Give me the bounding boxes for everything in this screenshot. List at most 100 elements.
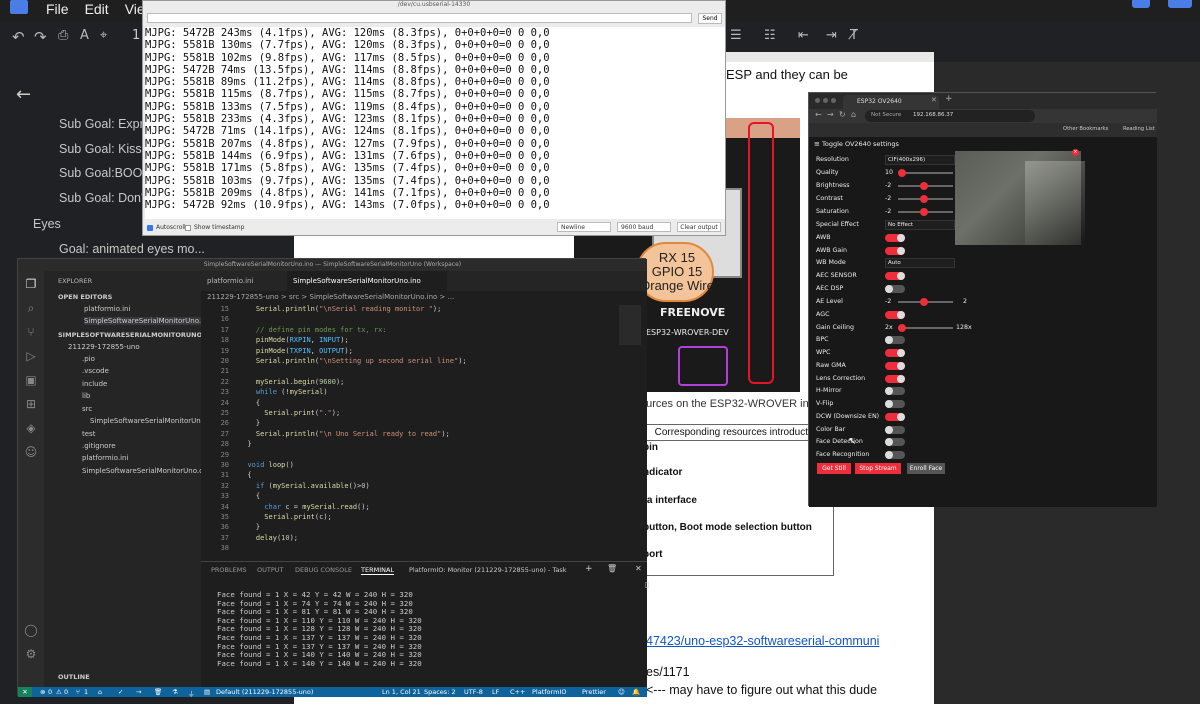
tree-item[interactable]: 211229-172855-uno (68, 343, 140, 351)
face-recognition-toggle[interactable] (885, 451, 905, 459)
brightness-slider[interactable] (898, 182, 953, 190)
settings-gear-icon[interactable]: ⚙ (24, 647, 38, 661)
aec-sensor-toggle[interactable] (885, 272, 905, 280)
aec-dsp-toggle[interactable] (885, 285, 905, 293)
pio-env-selector[interactable]: Default (211229-172855-uno) (216, 688, 313, 696)
not-secure-label[interactable]: Not Secure (871, 112, 901, 118)
tab-platformio-ini[interactable]: platformio.ini (201, 271, 287, 291)
pio-test-icon[interactable]: ⚗ (172, 688, 178, 696)
url-text[interactable]: 192.168.86.37 (913, 112, 953, 118)
new-terminal-icon[interactable]: + (585, 564, 593, 574)
resolution-select[interactable]: CIF(400x296) (885, 155, 955, 165)
ports-icon[interactable]: ⑂ (76, 688, 80, 696)
tab-problems[interactable]: PROBLEMS (211, 566, 246, 574)
saturation-slider[interactable] (898, 208, 953, 216)
contrast-slider[interactable] (898, 195, 953, 203)
agc-toggle[interactable] (885, 311, 905, 319)
open-editor-item[interactable]: platformio.ini (84, 305, 130, 313)
wpc-toggle[interactable] (885, 349, 905, 357)
terminal-output[interactable]: Face found = 1 X = 42 Y = 42 W = 240 H =… (217, 590, 422, 668)
tab-terminal[interactable]: TERMINAL (361, 566, 395, 575)
ae-level-slider[interactable] (898, 298, 953, 306)
face-detection-toggle[interactable] (885, 438, 905, 446)
spellcheck-icon[interactable]: A (80, 28, 89, 43)
search-icon[interactable]: ⌕ (24, 301, 38, 315)
enroll-face-button[interactable]: Enroll Face (907, 463, 945, 474)
tree-item[interactable]: platformio.ini (82, 454, 128, 462)
pio-terminal-icon[interactable]: ▤ (204, 688, 210, 696)
pio-clean-icon[interactable]: 🗑 (154, 688, 162, 696)
tree-item[interactable]: include (82, 380, 107, 388)
workspace-header[interactable]: SIMPLESOFTWARESERIALMONITORUNO (W... (58, 331, 221, 339)
clear-format-icon[interactable]: T̸ (850, 28, 858, 43)
feedback-icon[interactable]: ☺ (618, 688, 625, 696)
special-effect-select[interactable]: No Effect (885, 220, 955, 230)
tree-item[interactable]: .pio (82, 355, 95, 363)
home-icon[interactable]: ⌂ (851, 110, 856, 119)
error-icon[interactable]: ⊗ (40, 688, 45, 696)
bpc-toggle[interactable] (885, 336, 905, 344)
outline-item[interactable]: Eyes (33, 217, 61, 231)
forward-icon[interactable]: → (827, 110, 834, 119)
pio-home-icon[interactable]: ⌂ (98, 688, 102, 696)
address-bar[interactable]: Not Secure 192.168.86.37 (865, 110, 1035, 122)
browser-tab[interactable]: ESP32 OV2640 (843, 95, 939, 109)
tree-item[interactable]: .gitignore (82, 442, 116, 450)
indent-less-icon[interactable]: ⇤ (798, 28, 809, 43)
docker-icon[interactable]: ◈ (24, 421, 38, 435)
extensions-icon[interactable]: ⊞ (24, 397, 38, 411)
clear-output-button[interactable]: Clear output (677, 222, 721, 232)
explorer-icon[interactable]: ❐ (24, 277, 38, 291)
awb-gain-toggle[interactable] (885, 247, 905, 255)
numbered-list-icon[interactable]: ☷ (764, 28, 776, 43)
error-count[interactable]: 0 (48, 688, 52, 696)
baud-select[interactable]: 9600 baud (617, 222, 671, 232)
color-bar-toggle[interactable] (885, 426, 905, 434)
outline-item[interactable]: Sub Goal: Kissey (59, 142, 155, 156)
redo-icon[interactable]: ↷ (34, 28, 47, 46)
raw-gma-toggle[interactable] (885, 362, 905, 370)
stop-stream-button[interactable]: Stop Stream (855, 463, 901, 474)
close-stream-icon[interactable]: × (1072, 149, 1079, 156)
task-selector[interactable]: PlatformIO: Monitor (211229-172855-uno) … (409, 566, 566, 574)
close-panel-icon[interactable]: ✕ (635, 564, 642, 573)
prettier-status[interactable]: Prettier (582, 688, 606, 696)
undo-icon[interactable]: ↶ (12, 28, 25, 46)
run-debug-icon[interactable]: ▷ (24, 349, 38, 363)
account-icon[interactable] (1132, 0, 1150, 8)
tab-main-ino[interactable]: SimpleSoftwareSerialMonitorUno.ino (287, 271, 447, 291)
line-ending-select[interactable]: Newline (557, 222, 611, 232)
tree-item[interactable]: src (82, 405, 92, 413)
tab-output[interactable]: OUTPUT (257, 566, 284, 574)
end-of-line[interactable]: LF (492, 688, 499, 696)
h-mirror-toggle[interactable] (885, 387, 905, 395)
tree-item[interactable]: test (82, 430, 95, 438)
pio-build-icon[interactable]: ✓ (118, 688, 123, 696)
tree-item[interactable]: lib (82, 392, 90, 400)
reading-list[interactable]: Reading List (1123, 126, 1155, 132)
serial-send-input[interactable] (147, 13, 692, 23)
doc-link[interactable]: 47423/uno-esp32-softwareserial-communi (646, 634, 879, 648)
close-tab-icon[interactable]: ✕ (931, 96, 937, 104)
gain-ceiling-slider[interactable] (898, 324, 953, 332)
back-icon[interactable]: ← (815, 110, 822, 119)
open-editors-header[interactable]: OPEN EDITORS (58, 293, 112, 301)
menu-icon[interactable]: ≡ (814, 140, 820, 148)
docs-logo-icon[interactable] (10, 0, 28, 14)
outline-header[interactable]: OUTLINE (58, 673, 90, 681)
pio-monitor-icon[interactable]: ⏚ (188, 688, 195, 698)
tree-item[interactable]: SimpleSoftwareSerialMonitorUno.ino (90, 417, 218, 425)
bell-icon[interactable]: 🔔 (632, 688, 640, 696)
minimap[interactable] (619, 305, 641, 345)
warning-icon[interactable]: ⚠ (56, 688, 62, 696)
tree-item[interactable]: SimpleSoftwareSerialMonitorUno.cod... (82, 467, 218, 475)
dcw-toggle[interactable] (885, 413, 905, 421)
platformio-status[interactable]: PlatformIO (532, 688, 566, 696)
get-still-button[interactable]: Get Still (817, 463, 851, 474)
paint-format-icon[interactable]: ⌖ (100, 28, 107, 43)
other-bookmarks[interactable]: Other Bookmarks (1063, 126, 1108, 132)
v-flip-toggle[interactable] (885, 400, 905, 408)
encoding[interactable]: UTF-8 (464, 688, 483, 696)
breadcrumb[interactable]: 211229-172855-uno > src > SimpleSoftware… (201, 291, 647, 303)
indent-setting[interactable]: Spaces: 2 (424, 688, 456, 696)
